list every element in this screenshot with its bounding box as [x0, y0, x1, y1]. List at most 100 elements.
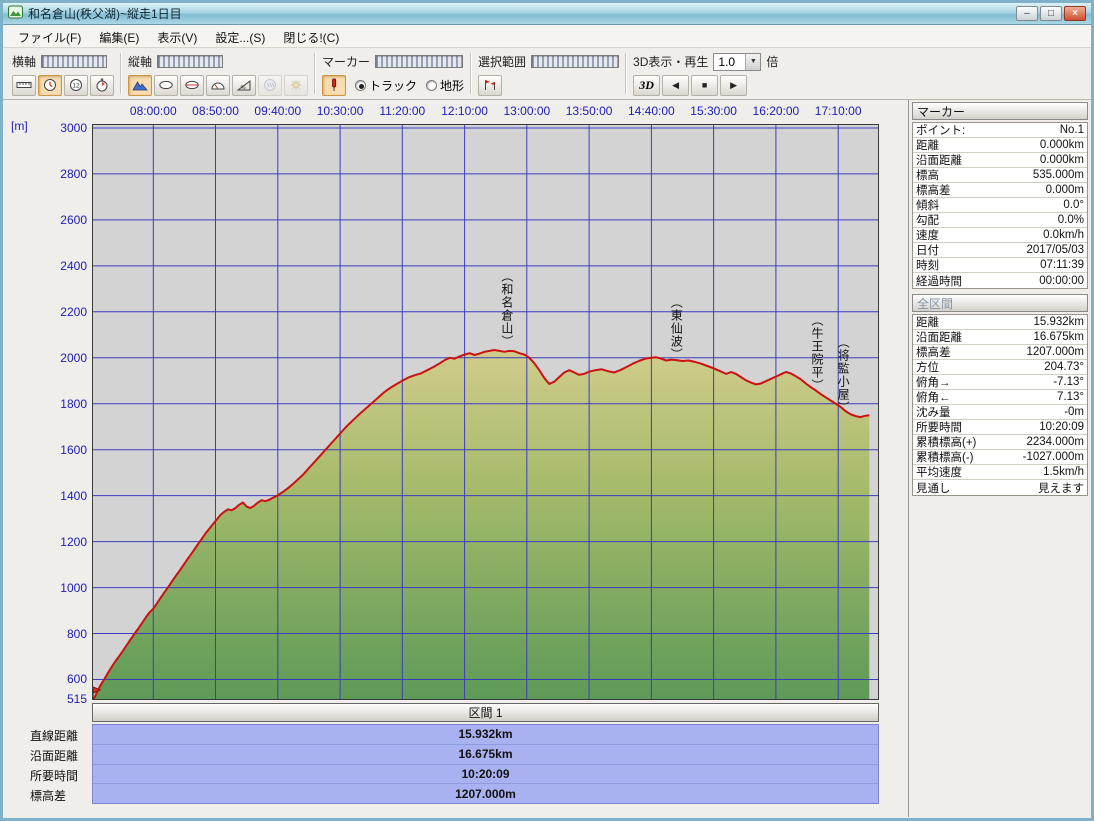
row-label: ポイント: — [916, 125, 966, 137]
table-row: 平均速度 1.5km/h — [913, 465, 1087, 480]
minimize-button[interactable]: – — [1016, 6, 1038, 21]
row-value: 2234.000m — [1026, 436, 1084, 448]
window-title: 和名倉山(秩父湖)~縦走1日目 — [28, 7, 182, 21]
row-label: 経過時間 — [916, 275, 962, 288]
y-tick-label: 1800 — [60, 396, 87, 411]
x-tick-label: 14:40:00 — [628, 104, 675, 118]
haxis-scale-slider[interactable] — [41, 55, 108, 68]
y-tick-label: 2400 — [60, 258, 87, 273]
gauge-icon[interactable] — [206, 74, 230, 96]
stop-button[interactable]: ■ — [691, 74, 719, 96]
y-tick-label: 2600 — [60, 212, 87, 227]
marker-pin-icon[interactable] — [322, 74, 346, 96]
marker-source-radio-terrain[interactable]: 地形 — [426, 77, 464, 94]
row-label: 距離 — [916, 140, 939, 152]
menu-item-3[interactable]: 表示(V) — [148, 25, 206, 47]
row-label: 標高差 — [916, 347, 951, 359]
mountain-icon[interactable] — [128, 74, 152, 96]
row-value: 00:00:00 — [1039, 274, 1084, 287]
view3d-label: 3D表示・再生 — [633, 55, 709, 69]
row-value: 15.932km — [1033, 316, 1084, 328]
row-label: 時刻 — [916, 260, 939, 272]
marker-panel-header: マーカー — [912, 102, 1088, 120]
table-row: 距離 15.932km — [913, 315, 1087, 330]
row-value: No.1 — [1059, 124, 1084, 136]
chevron-down-icon: ▼ — [745, 53, 761, 70]
marker-position-slider[interactable] — [375, 55, 464, 68]
x-tick-label: 08:00:00 — [129, 104, 177, 118]
toolbar-separator — [314, 53, 316, 94]
table-row: 標高 535.000m — [913, 168, 1087, 183]
table-row: 所要時間 10:20:09 — [913, 420, 1087, 435]
slope-icon[interactable]: % — [232, 74, 256, 96]
playback-speed-select[interactable]: 1.0 ▼ — [713, 52, 762, 71]
table-row: 標高差 0.000m — [913, 183, 1087, 198]
menu-item-5[interactable]: 閉じる!(C) — [274, 25, 348, 47]
row-value: 0.0% — [1057, 214, 1084, 226]
y-tick-label: 1200 — [60, 534, 87, 549]
marker-panel: マーカー ポイント: No.1 距離 0.000km 沿面距離 0.000km 標高 535.… — [908, 100, 1091, 817]
toolbar: 横軸 12 縦軸 % マーカー トラック 地形 選択範囲 3D表示・再生 1.0… — [3, 48, 1091, 100]
toolbar-group-selection: 選択範囲 — [473, 50, 624, 97]
range-info-table: 距離 15.932km 沿面距離 16.675km 標高差 1207.000m 方位 204.… — [912, 314, 1088, 496]
row-value: 0.000m — [1045, 184, 1084, 196]
row-value: 07:11:39 — [1040, 259, 1084, 271]
summary-value: 10:20:09 — [93, 765, 878, 785]
row-label: 傾斜 — [916, 200, 939, 212]
maximize-button[interactable]: □ — [1040, 6, 1062, 21]
terrain-profile-icon[interactable] — [180, 74, 204, 96]
vaxis-scale-slider[interactable] — [157, 55, 224, 68]
table-row: 累積標高(-) -1027.000m — [913, 450, 1087, 465]
range-flags-icon[interactable] — [478, 74, 503, 96]
clock-12-icon[interactable]: 12 — [64, 74, 88, 96]
menu-item-2[interactable]: 編集(E) — [90, 25, 148, 47]
svg-text:12: 12 — [72, 82, 80, 89]
row-label: 沿面距離 — [916, 155, 962, 167]
table-row: 累積標高(+) 2234.000m — [913, 435, 1087, 450]
selection-range-slider[interactable] — [531, 55, 620, 68]
x-tick-label: 13:00:00 — [503, 104, 551, 118]
ruler-icon[interactable] — [12, 74, 36, 96]
peak-annotation: （和名倉山） — [499, 270, 514, 349]
stopwatch-icon[interactable] — [90, 74, 114, 96]
toolbar-separator — [470, 53, 473, 94]
marker-source-radio-track[interactable]: トラック — [355, 77, 417, 94]
row-value: 0.000km — [1039, 154, 1084, 166]
row-label: 俯角← — [916, 392, 951, 404]
row-value: -7.13° — [1053, 376, 1084, 388]
x-tick-label: 16:20:00 — [752, 104, 800, 118]
table-row: 傾斜 0.0° — [913, 198, 1087, 213]
y-tick-label: 2200 — [60, 304, 87, 319]
table-row: 標高差 1207.000m — [913, 345, 1087, 360]
row-value: 見えます — [1038, 482, 1084, 495]
y-tick-label: 800 — [66, 626, 87, 641]
menu-item-4[interactable]: 設定...(S) — [206, 25, 274, 47]
svg-text:%: % — [241, 85, 246, 91]
menu-bar: ファイル(F) 編集(E) 表示(V) 設定...(S) 閉じる!(C) — [3, 25, 1091, 48]
summary-label: 標高差 — [30, 789, 67, 803]
toolbar-group-haxis: 横軸 12 — [7, 50, 119, 97]
radio-label: 地形 — [440, 78, 465, 93]
play-reverse-button[interactable]: ◀ — [662, 74, 690, 96]
close-button[interactable]: × — [1064, 6, 1086, 21]
elevation-chart-svg — [92, 125, 878, 700]
play-button[interactable]: ▶ — [720, 74, 748, 96]
row-label: 俯角→ — [916, 377, 951, 389]
sun-icon[interactable] — [284, 74, 308, 96]
x-tick-label: 08:50:00 — [192, 104, 239, 118]
3d-view-button[interactable]: 3D — [633, 74, 661, 96]
elevation-plot[interactable] — [92, 124, 879, 700]
row-label: 速度 — [916, 230, 939, 242]
table-row: 見通し 見えます — [913, 480, 1087, 495]
section-title: 区間 1 — [468, 706, 503, 720]
rain-icon[interactable] — [258, 74, 282, 96]
row-value: 7.13° — [1057, 391, 1084, 403]
clock-icon[interactable] — [38, 74, 62, 96]
ellipse-icon[interactable] — [154, 74, 178, 96]
menu-item-1[interactable]: ファイル(F) — [9, 25, 90, 47]
selection-label: 選択範囲 — [478, 55, 527, 69]
y-tick-label: 1400 — [60, 488, 87, 503]
y-tick-label: 2800 — [60, 166, 87, 181]
marker-panel-title: マーカー — [917, 104, 966, 119]
toolbar-group-vaxis: 縦軸 % — [123, 50, 313, 97]
